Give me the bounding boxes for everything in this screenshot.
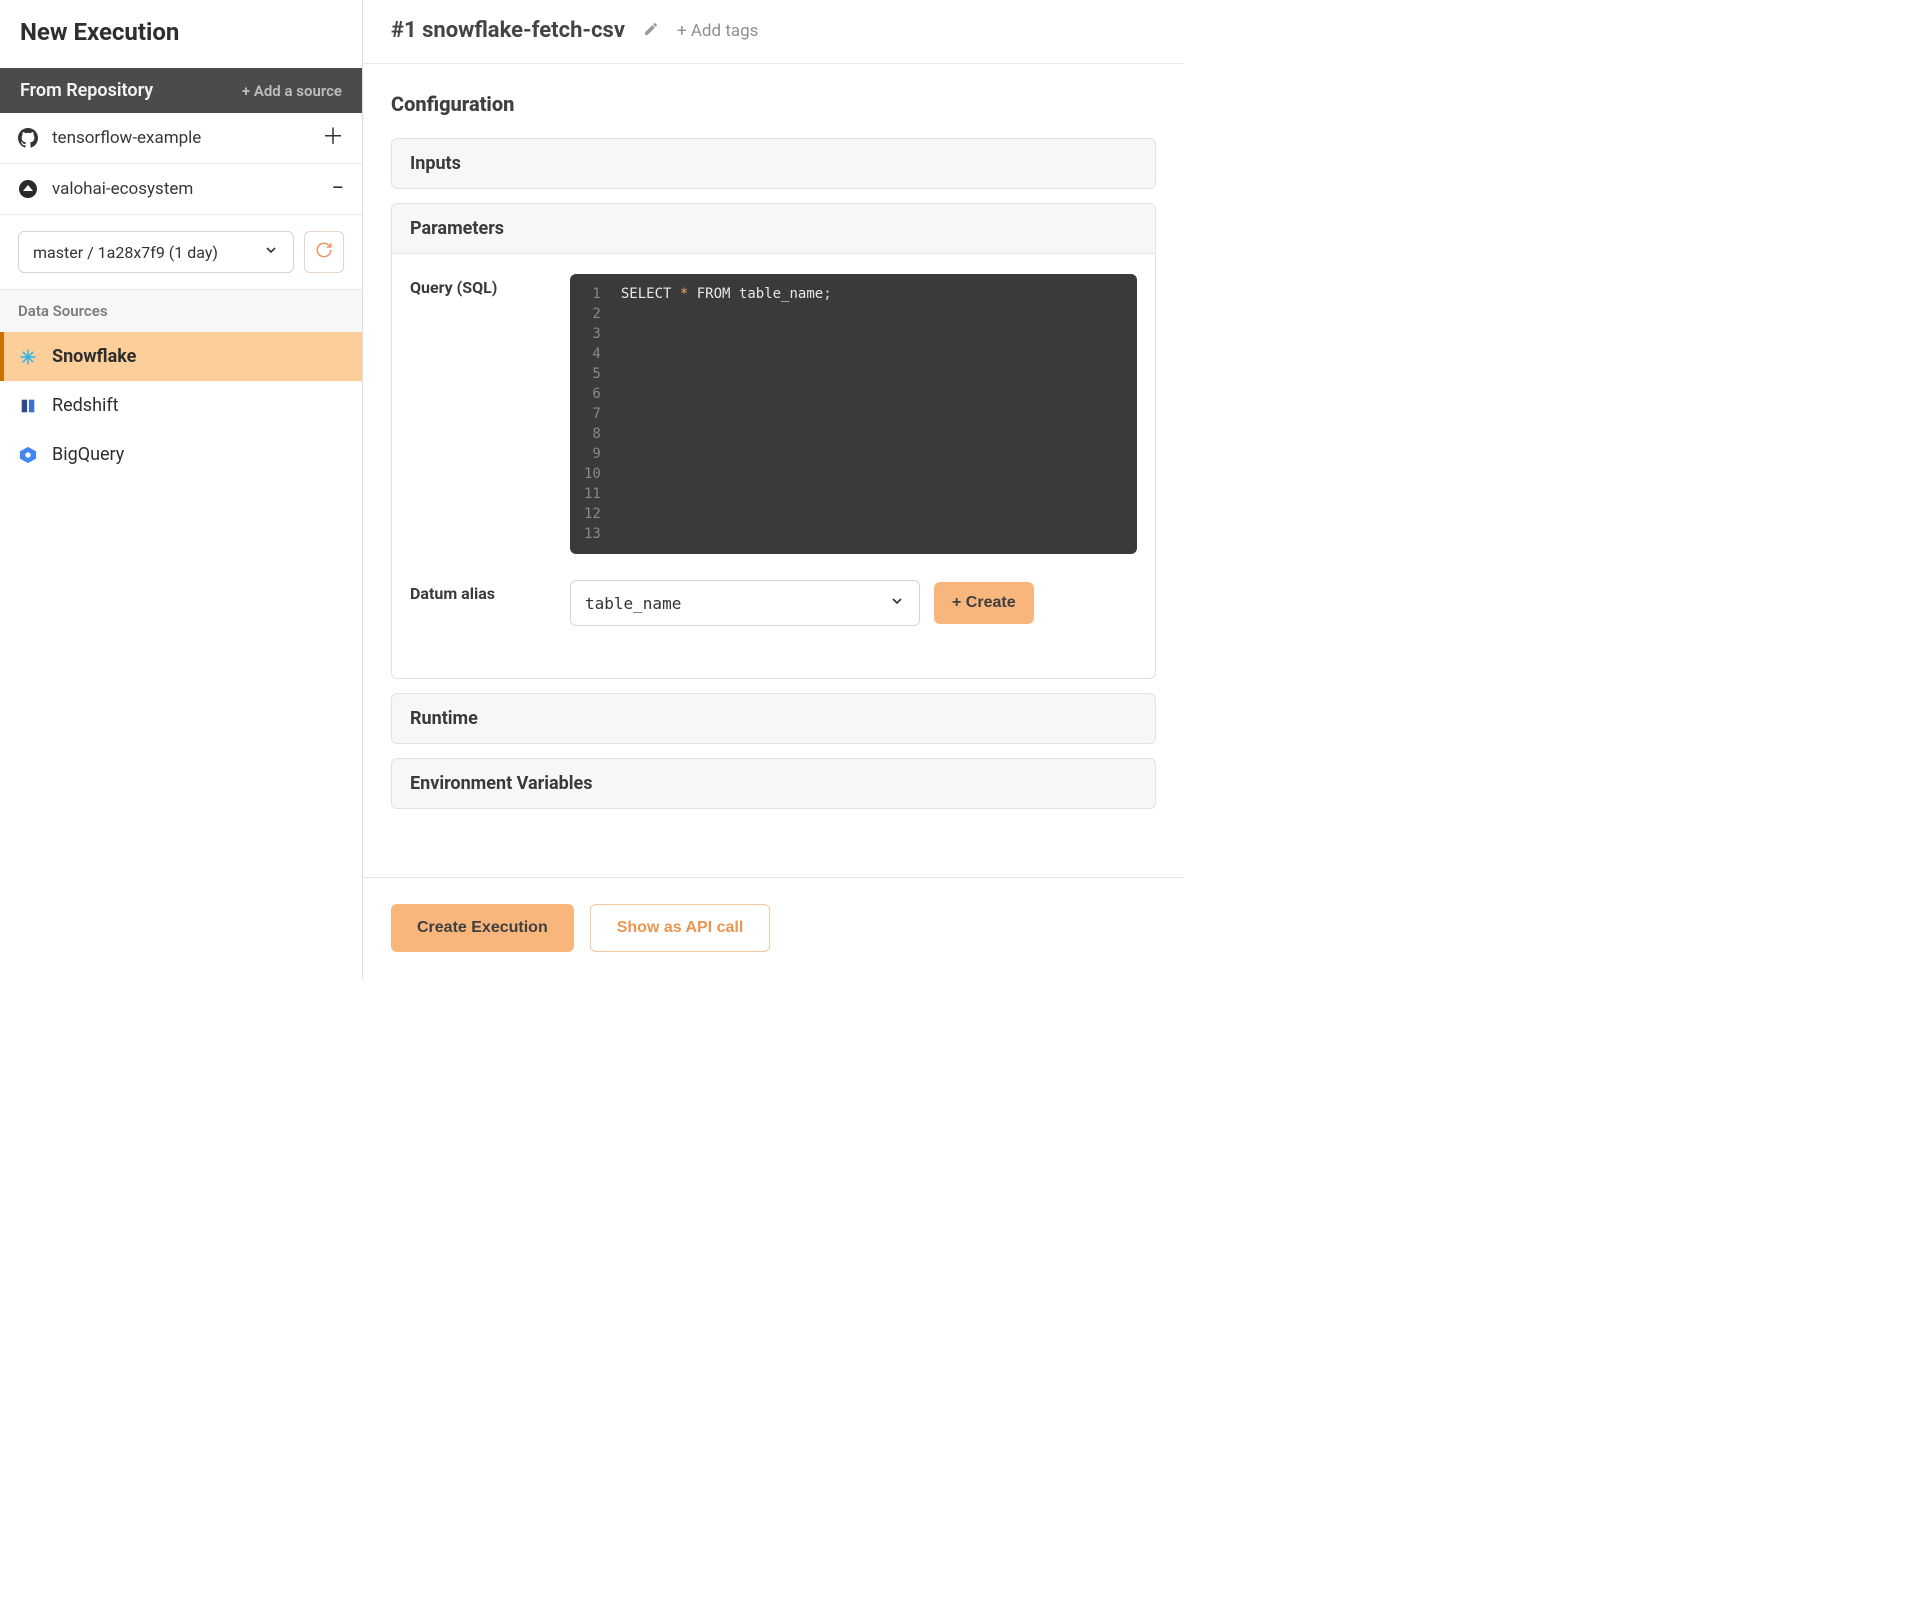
sidebar: New Execution From Repository + Add a so… bbox=[0, 0, 363, 978]
repo-item-valohai-ecosystem[interactable]: valohai-ecosystem − bbox=[0, 164, 362, 215]
line-gutter: 12345678910111213 bbox=[570, 274, 609, 554]
parameters-panel: Parameters Query (SQL) 12345678910111213… bbox=[391, 203, 1156, 679]
envvars-panel[interactable]: Environment Variables bbox=[391, 758, 1156, 809]
query-label: Query (SQL) bbox=[410, 274, 550, 554]
datasource-label: Snowflake bbox=[52, 346, 136, 367]
sql-code[interactable]: SELECT * FROM table_name; bbox=[609, 274, 844, 554]
query-field-row: Query (SQL) 12345678910111213 SELECT * F… bbox=[410, 274, 1137, 554]
parameters-panel-header[interactable]: Parameters bbox=[392, 204, 1155, 254]
content: Configuration Inputs Parameters Query (S… bbox=[363, 64, 1184, 877]
edit-icon[interactable] bbox=[643, 21, 659, 41]
show-api-button[interactable]: Show as API call bbox=[590, 904, 771, 952]
branch-select-value: master / 1a28x7f9 (1 day) bbox=[33, 243, 218, 262]
page-title: New Execution bbox=[0, 0, 362, 68]
from-repository-header: From Repository + Add a source bbox=[0, 68, 362, 113]
datum-alias-row: Datum alias table_name + Create bbox=[410, 580, 1137, 626]
branch-select[interactable]: master / 1a28x7f9 (1 day) bbox=[18, 231, 294, 273]
sql-editor[interactable]: 12345678910111213 SELECT * FROM table_na… bbox=[570, 274, 1137, 554]
datasource-bigquery[interactable]: BigQuery bbox=[0, 430, 362, 479]
create-execution-button[interactable]: Create Execution bbox=[391, 904, 574, 952]
add-tags-link[interactable]: + Add tags bbox=[677, 21, 758, 41]
github-icon bbox=[18, 128, 38, 148]
repo-name: valohai-ecosystem bbox=[52, 179, 193, 199]
refresh-button[interactable] bbox=[304, 231, 344, 273]
from-repository-label: From Repository bbox=[20, 80, 153, 101]
datum-alias-label: Datum alias bbox=[410, 580, 550, 626]
refresh-icon bbox=[315, 241, 333, 263]
repo-name: tensorflow-example bbox=[52, 128, 201, 148]
data-sources-header: Data Sources bbox=[0, 290, 362, 332]
datasource-snowflake[interactable]: Snowflake bbox=[0, 332, 362, 381]
main: #1 snowflake-fetch-csv + Add tags Config… bbox=[363, 0, 1184, 978]
datasource-label: Redshift bbox=[52, 395, 119, 416]
bigquery-icon bbox=[18, 445, 38, 465]
redshift-icon bbox=[18, 396, 38, 416]
collapse-icon[interactable]: − bbox=[331, 178, 344, 200]
datasource-redshift[interactable]: Redshift bbox=[0, 381, 362, 430]
execution-title: #1 snowflake-fetch-csv bbox=[391, 18, 625, 43]
topbar: #1 snowflake-fetch-csv + Add tags bbox=[363, 0, 1184, 64]
add-source-link[interactable]: + Add a source bbox=[242, 82, 342, 100]
footer: Create Execution Show as API call bbox=[363, 877, 1184, 978]
valohai-icon bbox=[18, 179, 38, 199]
datum-alias-value: table_name bbox=[585, 594, 681, 613]
branch-selector-row: master / 1a28x7f9 (1 day) bbox=[0, 215, 362, 290]
inputs-panel[interactable]: Inputs bbox=[391, 138, 1156, 189]
snowflake-icon bbox=[18, 347, 38, 367]
datasource-label: BigQuery bbox=[52, 444, 124, 465]
repo-item-tensorflow-example[interactable]: tensorflow-example ＋ bbox=[0, 113, 362, 164]
chevron-down-icon bbox=[889, 593, 905, 613]
chevron-down-icon bbox=[263, 242, 279, 262]
expand-icon[interactable]: ＋ bbox=[322, 127, 344, 149]
configuration-heading: Configuration bbox=[391, 92, 1156, 116]
datum-alias-select[interactable]: table_name bbox=[570, 580, 920, 626]
create-alias-button[interactable]: + Create bbox=[934, 582, 1034, 624]
runtime-panel[interactable]: Runtime bbox=[391, 693, 1156, 744]
